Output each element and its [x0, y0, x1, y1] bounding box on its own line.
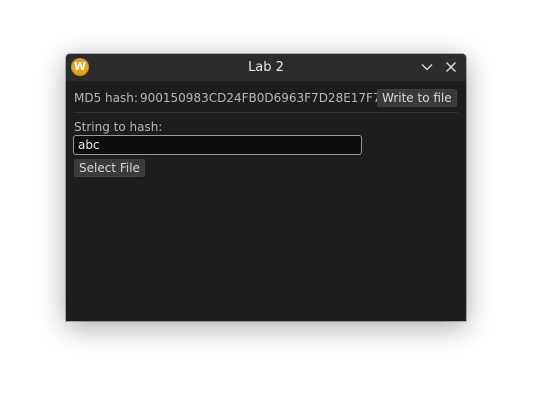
- minimize-button[interactable]: [419, 59, 435, 75]
- write-to-file-button[interactable]: Write to file: [377, 89, 457, 107]
- chevron-down-icon: [421, 64, 433, 71]
- main-content: MD5 hash: 900150983CD24FB0D6963F7D28E17F…: [66, 82, 466, 321]
- close-icon: [446, 62, 456, 72]
- md5-hash-value: 900150983CD24FB0D6963F7D28E17F72: [140, 91, 389, 105]
- string-to-hash-label: String to hash:: [74, 120, 163, 134]
- string-to-hash-input[interactable]: [73, 135, 362, 155]
- md5-hash-label: MD5 hash:: [74, 91, 138, 105]
- close-button[interactable]: [443, 59, 459, 75]
- separator: [74, 112, 458, 113]
- app-window: W Lab 2 MD5 hash: 900150983CD24FB0D6963F…: [66, 54, 466, 321]
- select-file-button[interactable]: Select File: [74, 159, 145, 177]
- window-title: Lab 2: [248, 60, 284, 75]
- title-bar[interactable]: W Lab 2: [66, 54, 466, 82]
